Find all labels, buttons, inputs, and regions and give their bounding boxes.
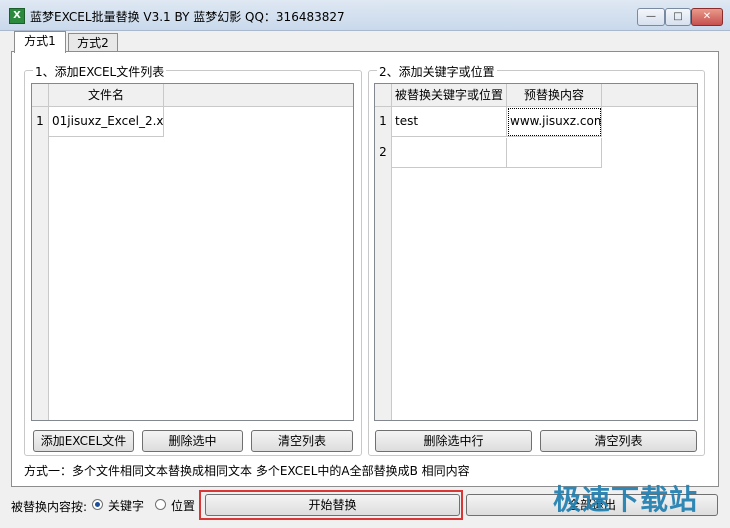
add-excel-file-button[interactable]: 添加EXCEL文件	[33, 430, 134, 452]
position-radio[interactable]	[155, 499, 166, 510]
row-number: 1	[36, 114, 44, 128]
replacement-cell[interactable]	[507, 138, 602, 168]
file-cell[interactable]: 01jisuxz_Excel_2.xls	[49, 107, 164, 137]
keyword-grid[interactable]: 被替换关键字或位置 预替换内容 1 test www.jisuxz.com 2	[374, 83, 698, 421]
replace-by-label: 被替换内容按:	[11, 500, 88, 514]
grid-corner	[32, 84, 49, 107]
tab-mode-1[interactable]: 方式1	[14, 31, 66, 53]
column-header-empty	[164, 84, 353, 107]
position-radio-label[interactable]: 位置	[171, 497, 195, 514]
column-header-replacement[interactable]: 预替换内容	[507, 84, 602, 107]
grid-corner	[375, 84, 392, 107]
delete-selected-row-button[interactable]: 删除选中行	[375, 430, 532, 452]
keyword-position-title: 2、添加关键字或位置	[377, 63, 497, 80]
highlight-frame	[199, 490, 463, 520]
column-header-empty	[602, 84, 697, 107]
mode-description: 方式一：多个文件相同文本替换成相同文本 多个EXCEL中的A全部替换成B 相同内…	[24, 464, 470, 478]
row-number: 1	[379, 114, 387, 128]
tab-mode-2[interactable]: 方式2	[68, 33, 118, 52]
title-bar[interactable]: X 蓝梦EXCEL批量替换 V3.1 BY 蓝梦幻影 QQ：316483827 …	[0, 0, 730, 31]
keyword-cell[interactable]	[392, 138, 507, 168]
row-number: 2	[379, 145, 387, 159]
clear-file-list-button[interactable]: 清空列表	[251, 430, 353, 452]
window-title: 蓝梦EXCEL批量替换 V3.1 BY 蓝梦幻影 QQ：316483827	[30, 10, 345, 24]
minimize-button[interactable]: —	[637, 8, 665, 26]
keyword-radio-label[interactable]: 关键字	[108, 497, 144, 514]
excel-app-icon: X	[9, 8, 25, 24]
column-header-keyword[interactable]: 被替换关键字或位置	[392, 84, 507, 107]
excel-file-list-title: 1、添加EXCEL文件列表	[33, 63, 167, 80]
maximize-button[interactable]: □	[665, 8, 691, 26]
replacement-cell[interactable]: www.jisuxz.com	[507, 107, 602, 137]
delete-selected-button[interactable]: 删除选中	[142, 430, 243, 452]
keyword-radio[interactable]	[92, 499, 103, 510]
column-header-filename[interactable]: 文件名	[49, 84, 164, 107]
file-list-grid[interactable]: 文件名 1 01jisuxz_Excel_2.xls	[31, 83, 354, 421]
close-button[interactable]: ✕	[691, 8, 723, 26]
keyword-cell[interactable]: test	[392, 107, 507, 137]
watermark-text: 极速下载站	[553, 483, 699, 516]
clear-keyword-list-button[interactable]: 清空列表	[540, 430, 697, 452]
